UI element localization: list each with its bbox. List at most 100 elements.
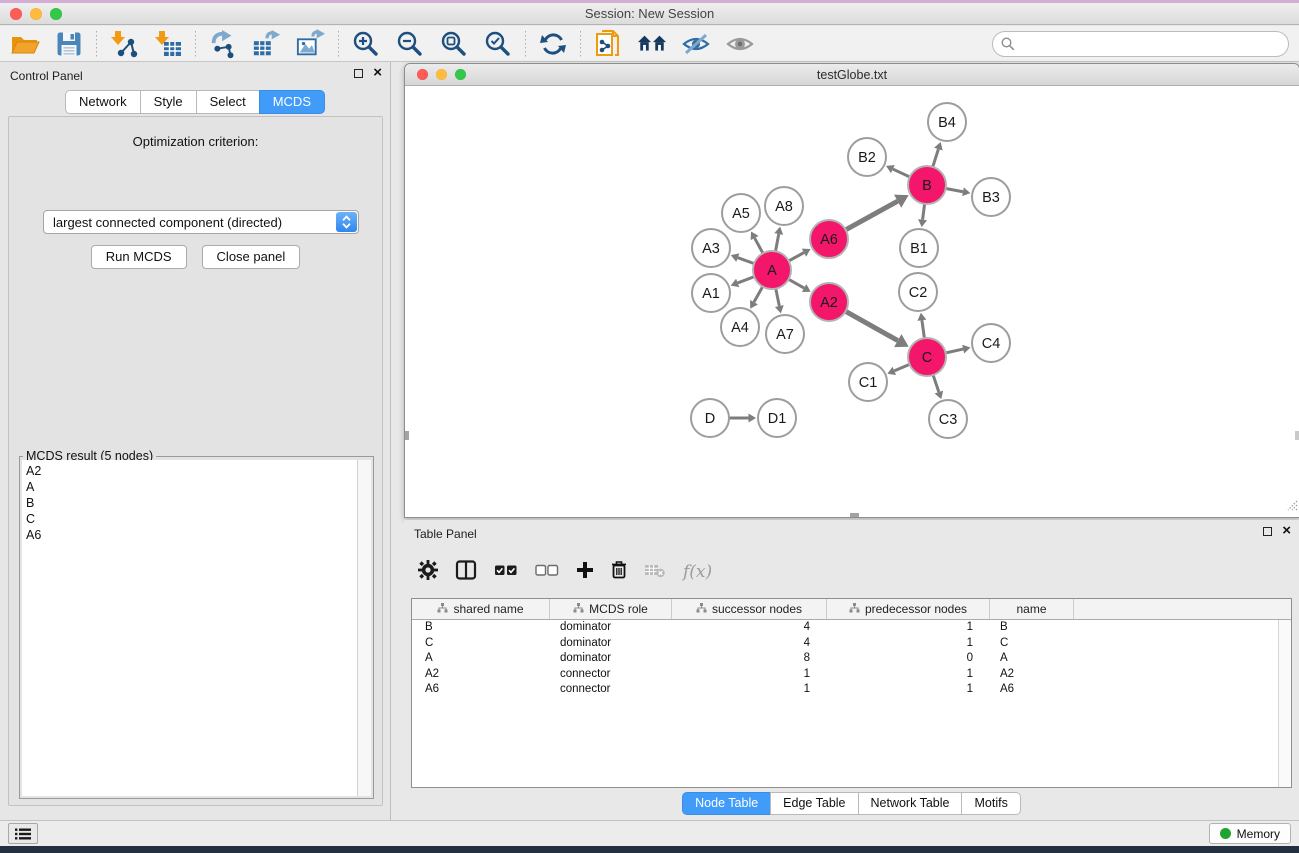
deselect-all-icon[interactable]: [535, 563, 559, 582]
search-input[interactable]: [992, 31, 1289, 57]
scrollbar-stub-left[interactable]: [405, 431, 409, 440]
edge-A2-C[interactable]: [844, 310, 898, 340]
refresh-icon[interactable]: [538, 29, 568, 59]
float-panel-icon[interactable]: [354, 69, 363, 78]
duplicate-network-icon[interactable]: [593, 29, 623, 59]
node-label-C2: C2: [909, 285, 928, 301]
close-panel-icon[interactable]: ×: [373, 68, 382, 78]
mcds-result-item[interactable]: A: [26, 479, 357, 495]
zoom-selected-icon[interactable]: [483, 29, 513, 59]
task-history-button[interactable]: [8, 823, 38, 844]
network-window-titlebar[interactable]: testGlobe.txt: [405, 64, 1299, 86]
main-toolbar: [0, 26, 1299, 62]
table-cell: dominator: [550, 651, 672, 667]
network-graph[interactable]: B4B2BB3A8A5A6A3B1AC2A1A2A4A7C4CC1DD1C3: [405, 87, 1299, 517]
tab-select[interactable]: Select: [196, 90, 260, 114]
search-icon: [1001, 37, 1015, 56]
export-table-icon[interactable]: [252, 29, 282, 59]
memory-button[interactable]: Memory: [1209, 823, 1291, 844]
table-settings-icon[interactable]: [418, 560, 438, 585]
mcds-result-item[interactable]: A2: [26, 463, 357, 479]
memory-status-icon: [1220, 828, 1231, 839]
arrowhead-icon: [774, 227, 783, 235]
scrollbar-stub-bottom[interactable]: [850, 513, 859, 517]
table-scrollbar[interactable]: [1278, 620, 1291, 787]
zoom-fit-icon[interactable]: [439, 29, 469, 59]
mcds-result-item[interactable]: C: [26, 511, 357, 527]
table-tab-network-table[interactable]: Network Table: [858, 792, 963, 815]
scrollbar-stub-right[interactable]: [1295, 431, 1299, 440]
node-label-A3: A3: [702, 241, 720, 257]
table-row[interactable]: Bdominator41B: [412, 620, 1291, 636]
import-table-icon[interactable]: [153, 29, 183, 59]
column-label: name: [1016, 602, 1046, 616]
table-row[interactable]: Adominator80A: [412, 651, 1291, 667]
mcds-result-item[interactable]: A6: [26, 527, 357, 543]
add-column-icon[interactable]: [576, 561, 594, 584]
select-all-icon[interactable]: [494, 563, 518, 582]
float-table-panel-icon[interactable]: [1263, 527, 1272, 536]
table-row[interactable]: A6connector11A6: [412, 682, 1291, 698]
statusbar: Memory: [0, 820, 1299, 846]
tab-mcds[interactable]: MCDS: [259, 90, 325, 114]
table-cell: 1: [672, 667, 827, 683]
table-tab-edge-table[interactable]: Edge Table: [770, 792, 858, 815]
tab-style[interactable]: Style: [140, 90, 197, 114]
node-label-B: B: [922, 178, 932, 194]
toolbar-separator: [338, 31, 339, 57]
mcds-result-list[interactable]: A2ABCA6: [22, 460, 357, 796]
show-details-icon[interactable]: [725, 29, 755, 59]
table-row[interactable]: Cdominator41C: [412, 636, 1291, 652]
export-image-icon[interactable]: [296, 29, 326, 59]
table-row[interactable]: A2connector11A2: [412, 667, 1291, 683]
table-cell: 1: [827, 667, 990, 683]
column-header-successor-nodes[interactable]: successor nodes: [672, 599, 827, 619]
table-tab-motifs[interactable]: Motifs: [961, 792, 1020, 815]
neighborhood-icon[interactable]: [637, 29, 667, 59]
mcds-result-item[interactable]: B: [26, 495, 357, 511]
mcds-list-scrollbar[interactable]: [357, 460, 371, 796]
show-columns-icon[interactable]: [455, 560, 477, 585]
edge-B-B2[interactable]: [893, 169, 912, 178]
tab-network[interactable]: Network: [65, 90, 141, 114]
export-network-icon[interactable]: [208, 29, 238, 59]
close-table-panel-icon[interactable]: ×: [1282, 526, 1291, 536]
resize-grip-icon[interactable]: [1284, 497, 1298, 516]
table-cell: A: [412, 651, 550, 667]
node-label-A7: A7: [776, 327, 794, 343]
column-header-MCDS-role[interactable]: MCDS role: [550, 599, 672, 619]
arrowhead-icon: [917, 313, 926, 321]
run-mcds-button[interactable]: Run MCDS: [91, 245, 187, 269]
table-cell: 0: [827, 651, 990, 667]
zoom-in-icon[interactable]: [351, 29, 381, 59]
column-header-name[interactable]: name: [990, 599, 1074, 619]
hide-details-icon[interactable]: [681, 29, 711, 59]
arrowhead-icon: [775, 305, 784, 313]
delete-column-icon[interactable]: [611, 560, 627, 584]
node-label-A8: A8: [775, 199, 793, 215]
zoom-out-icon[interactable]: [395, 29, 425, 59]
control-panel: Control Panel × NetworkStyleSelectMCDS O…: [0, 62, 391, 820]
table-tab-node-table[interactable]: Node Table: [682, 792, 771, 815]
network-canvas[interactable]: B4B2BB3A8A5A6A3B1AC2A1A2A4A7C4CC1DD1C3: [405, 87, 1299, 517]
criterion-select[interactable]: largest connected component (directed): [43, 210, 359, 234]
node-label-A1: A1: [702, 286, 720, 302]
save-session-icon[interactable]: [54, 29, 84, 59]
column-label: successor nodes: [712, 602, 802, 616]
edge-C-C4[interactable]: [944, 349, 964, 353]
table-cell: B: [990, 620, 1074, 636]
node-label-A: A: [767, 263, 777, 279]
toolbar-separator: [580, 31, 581, 57]
edge-A6-B[interactable]: [844, 201, 898, 231]
table-panel-title: Table Panel: [414, 527, 477, 541]
arrowhead-icon: [962, 187, 970, 196]
edge-B-B4[interactable]: [932, 149, 938, 169]
import-network-icon[interactable]: [109, 29, 139, 59]
column-header-predecessor-nodes[interactable]: predecessor nodes: [827, 599, 990, 619]
edge-C-C2[interactable]: [922, 320, 925, 340]
node-table[interactable]: shared nameMCDS role successor nodes prede…: [411, 598, 1292, 788]
arrowhead-icon: [749, 414, 757, 423]
open-session-icon[interactable]: [10, 29, 40, 59]
column-header-shared-name[interactable]: shared name: [412, 599, 550, 619]
close-panel-button[interactable]: Close panel: [202, 245, 301, 269]
